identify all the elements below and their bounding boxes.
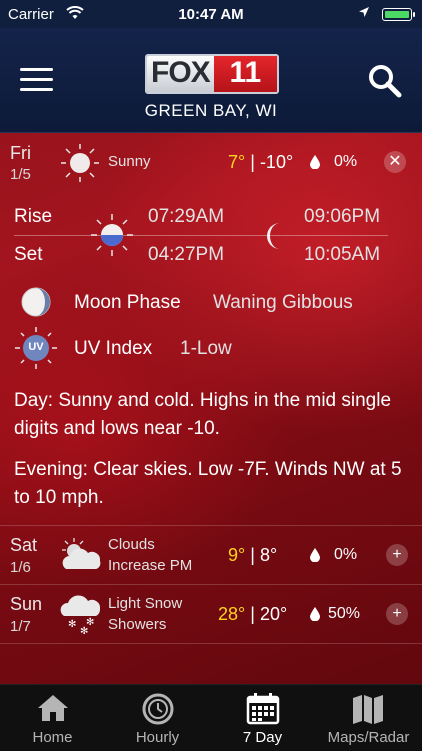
map-icon bbox=[353, 695, 383, 724]
moon-phase-icon bbox=[21, 287, 51, 317]
moon-phase-label: Moon Phase bbox=[74, 292, 181, 313]
temperature-range: 7° | -10° bbox=[228, 152, 293, 173]
forecast-row-sat[interactable]: Sat 1/6 Clouds Increase PM 9° | 8° 0% + bbox=[0, 526, 422, 585]
sunrise-time: 07:29AM bbox=[148, 206, 225, 227]
set-label: Set bbox=[14, 244, 43, 265]
logo-number-text: 11 bbox=[213, 56, 277, 92]
tab-label: Home bbox=[32, 729, 73, 746]
condition-line1: Light Snow bbox=[108, 595, 183, 612]
collapse-button[interactable]: ✕ bbox=[384, 151, 406, 173]
temp-separator: | bbox=[250, 604, 255, 624]
high-temp: 9° bbox=[228, 545, 246, 565]
expand-button[interactable]: + bbox=[386, 544, 408, 566]
tab-label: 7 Day bbox=[242, 729, 283, 746]
clock-icon bbox=[142, 693, 174, 725]
raindrop-icon bbox=[310, 155, 320, 169]
horizon-divider bbox=[14, 235, 388, 236]
high-temp: 28° bbox=[218, 604, 246, 624]
low-temp: 8° bbox=[259, 545, 278, 565]
today-detail-panel[interactable]: Fri 1/5 Sunny 7° | -10° 0% ✕ Rise Set 07… bbox=[0, 133, 422, 526]
logo-fox-text: FOX bbox=[147, 56, 214, 92]
expand-button[interactable]: + bbox=[386, 603, 408, 625]
day-name: Sun bbox=[10, 594, 43, 614]
precip-chance: 0% bbox=[334, 153, 358, 170]
day-date: 1/5 bbox=[10, 166, 31, 183]
search-icon[interactable] bbox=[368, 64, 402, 98]
rise-label: Rise bbox=[14, 206, 53, 227]
precip-chance: 0% bbox=[334, 546, 358, 563]
location-label: GREEN BAY, WI bbox=[144, 101, 278, 120]
condition-label: Sunny bbox=[108, 153, 151, 170]
station-logo: FOX 11 bbox=[145, 54, 279, 94]
temp-separator: | bbox=[250, 545, 255, 565]
sunrise-icon bbox=[91, 214, 133, 256]
tab-maps-radar[interactable]: Maps/Radar bbox=[315, 685, 422, 751]
forecast-row-sun[interactable]: Sun 1/7 ✻ ✻ ✻ Light Snow Showers 28° | 20°… bbox=[0, 585, 422, 644]
sunny-icon bbox=[61, 144, 99, 182]
svg-text:✻: ✻ bbox=[68, 619, 76, 630]
moon-icon bbox=[267, 223, 280, 249]
uv-value: 1-Low bbox=[180, 338, 232, 359]
close-icon: ✕ bbox=[388, 153, 402, 170]
app-header: FOX 11 GREEN BAY, WI bbox=[0, 28, 422, 133]
day-name: Fri bbox=[10, 143, 31, 163]
home-icon bbox=[38, 695, 68, 721]
svg-text:✻: ✻ bbox=[86, 617, 94, 628]
tab-label: Maps/Radar bbox=[327, 729, 410, 746]
moon-phase-value: Waning Gibbous bbox=[213, 292, 353, 313]
battery-icon bbox=[382, 8, 415, 21]
snow-icon: ✻✻✻ bbox=[60, 595, 101, 636]
tab-bar: Home Hourly 7 Day Maps/Radar bbox=[0, 684, 422, 751]
day-date: 1/6 bbox=[10, 559, 31, 576]
uv-icon: UV bbox=[14, 326, 58, 370]
moonset-time: 10:05AM bbox=[304, 244, 381, 265]
raindrop-icon bbox=[310, 607, 320, 621]
temp-separator: | bbox=[250, 152, 255, 172]
tab-7-day[interactable]: 7 Day bbox=[210, 685, 315, 751]
evening-forecast-text: Evening: Clear skies. Low -7F. Winds NW … bbox=[14, 459, 402, 508]
high-temp: 7° bbox=[228, 152, 246, 172]
day-date: 1/7 bbox=[10, 618, 31, 635]
moonrise-time: 09:06PM bbox=[304, 206, 381, 227]
calendar-icon bbox=[246, 693, 280, 725]
status-bar: Carrier 10:47 AM bbox=[0, 0, 422, 28]
raindrop-icon bbox=[310, 548, 320, 562]
partly-cloudy-icon bbox=[62, 538, 101, 569]
precip-chance: 50% bbox=[328, 605, 361, 622]
menu-button[interactable] bbox=[20, 68, 54, 92]
low-temp: 20° bbox=[259, 604, 288, 624]
location-arrow-icon bbox=[359, 7, 369, 17]
temperature-range: 9° | 8° bbox=[228, 545, 277, 566]
plus-icon: + bbox=[392, 546, 402, 563]
tab-home[interactable]: Home bbox=[0, 685, 105, 751]
uv-label: UV Index bbox=[74, 338, 153, 359]
temperature-range: 28° | 20° bbox=[218, 604, 287, 625]
plus-icon: + bbox=[392, 605, 402, 622]
condition-line2: Increase PM bbox=[108, 557, 193, 574]
low-temp: -10° bbox=[259, 152, 294, 172]
day-name: Sat bbox=[10, 535, 38, 555]
condition-line2: Showers bbox=[108, 616, 167, 633]
condition-line1: Clouds bbox=[108, 536, 155, 553]
sunset-time: 04:27PM bbox=[148, 244, 225, 265]
day-forecast-text: Day: Sunny and cold. Highs in the mid si… bbox=[14, 390, 392, 439]
uv-icon-text: UV bbox=[28, 341, 44, 353]
tab-hourly[interactable]: Hourly bbox=[105, 685, 210, 751]
tab-label: Hourly bbox=[135, 729, 180, 746]
